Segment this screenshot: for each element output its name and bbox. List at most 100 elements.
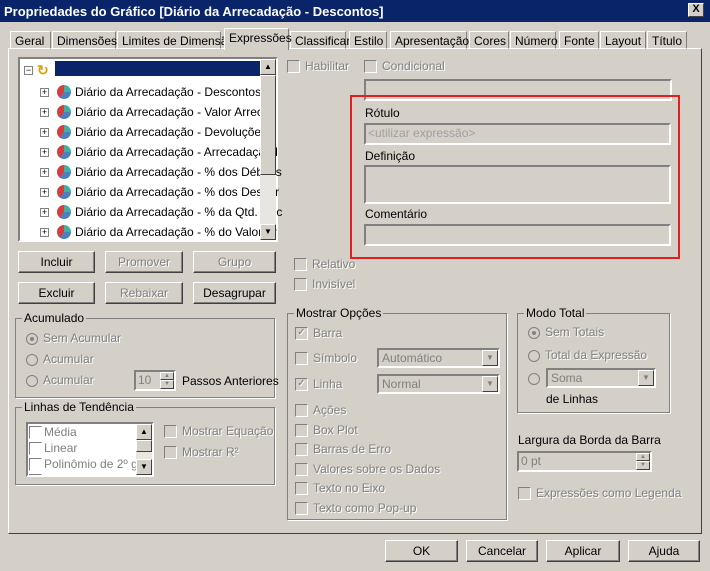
tree-scrollbar[interactable]: ▲ ▼ <box>260 59 276 240</box>
mostrar-equacao-checkbox[interactable]: Mostrar Equação <box>164 424 273 439</box>
expand-icon[interactable]: + <box>40 147 49 157</box>
excluir-button[interactable]: Excluir <box>18 282 95 304</box>
tab-8[interactable]: Número <box>510 31 558 49</box>
ok-button[interactable]: OK <box>385 540 458 562</box>
tab-5[interactable]: Estilo <box>349 31 387 49</box>
passos-spinner[interactable]: 10 ▲ ▼ <box>134 370 176 391</box>
scroll-thumb[interactable] <box>136 440 152 452</box>
boxplot-checkbox[interactable]: Box Plot <box>295 423 358 438</box>
collapse-icon[interactable]: − <box>24 66 33 75</box>
largura-label: Largura da Borda da Barra <box>518 433 661 447</box>
barras_erro-checkbox[interactable]: Barras de Erro <box>295 442 391 457</box>
trend-item[interactable]: Linear <box>29 441 77 456</box>
habilitar-checkbox[interactable]: Habilitar <box>287 59 349 74</box>
tab-2[interactable]: Limites de Dimensão <box>117 31 234 49</box>
tendencia-group: Linhas de Tendência Média Linear Polinômio… <box>15 400 275 485</box>
scroll-thumb[interactable] <box>260 75 276 175</box>
grupo-button[interactable]: Grupo <box>193 251 276 273</box>
tree-root: − ↻ <box>24 62 49 79</box>
acoes-checkbox[interactable]: Ações <box>295 403 346 418</box>
close-button[interactable]: X <box>688 3 704 17</box>
chart-icon <box>57 85 71 99</box>
tree-item[interactable]: + Diário da Arrecadação - % do Valor Ar <box>40 222 277 242</box>
largura-spinner[interactable]: 0 pt ▲ ▼ <box>517 451 652 472</box>
scroll-up-icon[interactable]: ▲ <box>136 424 152 440</box>
modo-total-group: Modo Total Sem Totais Total da Expressão… <box>517 306 670 413</box>
invisivel-checkbox[interactable]: Invisível <box>294 277 355 292</box>
tab-3[interactable]: Expressões <box>224 28 292 50</box>
valores-checkbox[interactable]: Valores sobre os Dados <box>295 462 440 477</box>
chart-icon <box>57 205 71 219</box>
sem-totais-radio[interactable]: Sem Totais <box>528 325 604 339</box>
acumular-radio[interactable]: Acumular <box>26 352 94 366</box>
relativo-checkbox[interactable]: Relativo <box>294 257 355 272</box>
mostrar-title: Mostrar Opções <box>294 306 384 320</box>
aplicar-button[interactable]: Aplicar <box>546 540 620 562</box>
chart-icon <box>57 185 71 199</box>
tree-item[interactable]: + Diário da Arrecadação - Descontos <box>40 82 261 102</box>
refresh-icon: ↻ <box>37 62 49 78</box>
mostrar-opcoes-group: Mostrar Opções ✓ Barra Símbolo ✓ Linha Ações B… <box>287 306 507 520</box>
tree-item-label: Diário da Arrecadação - % dos Débitos <box>75 165 282 179</box>
chevron-down-icon: ▼ <box>638 370 654 386</box>
expression-tree[interactable]: − ↻ + Diário da Arrecadação - Descontos + D… <box>18 57 282 242</box>
expand-icon[interactable]: + <box>40 87 49 97</box>
tab-11[interactable]: Título <box>647 31 687 49</box>
scroll-down-icon[interactable]: ▼ <box>260 224 276 240</box>
expand-icon[interactable]: + <box>40 227 49 237</box>
selected-root-row[interactable] <box>55 61 261 76</box>
trend-item[interactable]: Média <box>29 425 77 440</box>
sem-acumular-radio[interactable]: Sem Acumular <box>26 331 121 345</box>
expressoes-legenda-checkbox[interactable]: Expressões como Legenda <box>518 486 681 501</box>
rebaixar-button[interactable]: Rebaixar <box>105 282 183 304</box>
barra-checkbox[interactable]: ✓ Barra <box>295 326 342 341</box>
tree-item[interactable]: + Diário da Arrecadação - % dos Descor <box>40 182 279 202</box>
chart-icon <box>57 125 71 139</box>
mostrar-r2-checkbox[interactable]: Mostrar R² <box>164 445 239 460</box>
scroll-up-icon[interactable]: ▲ <box>260 59 276 75</box>
promover-button[interactable]: Promover <box>105 251 183 273</box>
chart-icon <box>57 225 71 239</box>
tab-7[interactable]: Cores <box>469 31 509 49</box>
tree-item[interactable]: + Diário da Arrecadação - Devoluções <box>40 122 267 142</box>
tree-item[interactable]: + Diário da Arrecadação - % da Qtd. Doc <box>40 202 282 222</box>
linha-select[interactable]: Normal ▼ <box>377 374 500 394</box>
expand-icon[interactable]: + <box>40 187 49 197</box>
modo-total-title: Modo Total <box>524 306 587 320</box>
tendencia-scrollbar[interactable]: ▲ ▼ <box>136 424 152 475</box>
incluir-button[interactable]: Incluir <box>18 251 95 273</box>
tab-10[interactable]: Layout <box>600 31 646 49</box>
expand-icon[interactable]: + <box>40 127 49 137</box>
acumular-passos-radio[interactable]: Acumular <box>26 373 94 387</box>
tree-item-label: Diário da Arrecadação - % do Valor Ar <box>75 225 277 239</box>
condicional-checkbox[interactable]: Condicional <box>364 59 445 74</box>
popup-checkbox[interactable]: Texto como Pop-up <box>295 501 416 516</box>
texto_eixo-checkbox[interactable]: Texto no Eixo <box>295 481 385 496</box>
desagrupar-button[interactable]: Desagrupar <box>193 282 276 304</box>
tree-item[interactable]: + Diário da Arrecadação - Arrecadação l <box>40 142 278 162</box>
expand-icon[interactable]: + <box>40 207 49 217</box>
tendencia-list[interactable]: MédiaLinearPolinômio de 2º grauPolinômio… <box>26 422 154 477</box>
tab-9[interactable]: Fonte <box>559 31 599 49</box>
tree-item-label: Diário da Arrecadação - % dos Descor <box>75 185 280 199</box>
tree-item[interactable]: + Diário da Arrecadação - Valor Arrecad <box>40 102 276 122</box>
cancelar-button[interactable]: Cancelar <box>466 540 538 562</box>
simbolo-select[interactable]: Automático ▼ <box>377 348 500 368</box>
tab-6[interactable]: Apresentação <box>390 31 469 49</box>
tab-4[interactable]: Classificar <box>290 31 350 49</box>
scroll-down-icon[interactable]: ▼ <box>136 459 152 475</box>
expand-icon[interactable]: + <box>40 107 49 117</box>
simbolo-checkbox[interactable]: Símbolo <box>295 351 357 366</box>
chart-icon <box>57 165 71 179</box>
de-linhas-label: de Linhas <box>546 392 599 406</box>
soma-select[interactable]: Soma ▼ <box>546 368 656 388</box>
tree-item-label: Diário da Arrecadação - Devoluções <box>75 125 268 139</box>
tab-1[interactable]: Dimensões <box>52 31 117 49</box>
tab-0[interactable]: Geral <box>10 31 51 49</box>
linha-checkbox[interactable]: ✓ Linha <box>295 377 342 392</box>
ajuda-button[interactable]: Ajuda <box>628 540 700 562</box>
tree-item[interactable]: + Diário da Arrecadação - % dos Débitos <box>40 162 282 182</box>
total-expressao-radio[interactable]: Total da Expressão <box>528 348 647 362</box>
expand-icon[interactable]: + <box>40 167 49 177</box>
soma-radio[interactable] <box>528 371 545 385</box>
